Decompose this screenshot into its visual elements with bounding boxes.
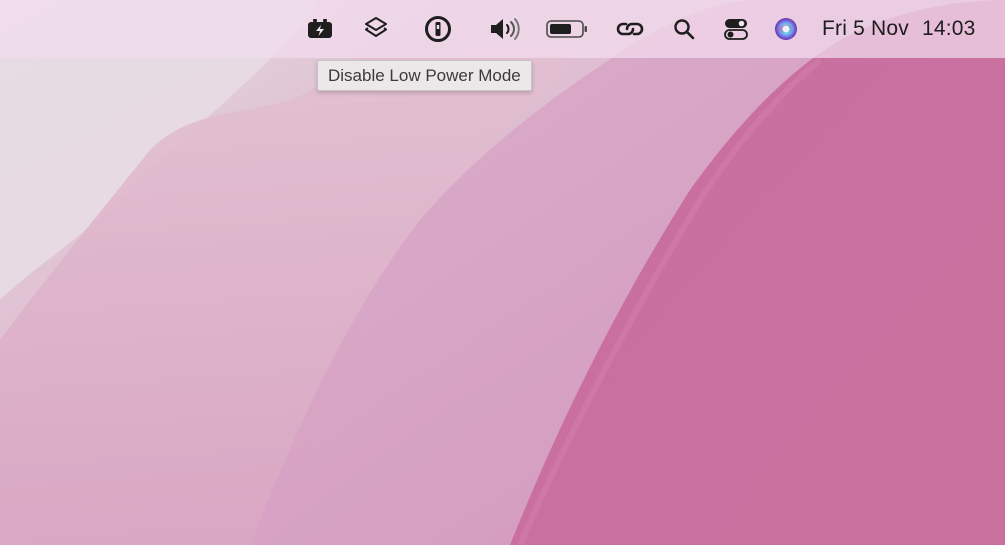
layers-icon[interactable] xyxy=(360,0,392,58)
tooltip: Disable Low Power Mode xyxy=(317,60,532,91)
menubar-date[interactable]: Fri 5 Nov xyxy=(822,0,909,58)
link-icon[interactable] xyxy=(612,0,648,58)
battery-icon[interactable] xyxy=(544,0,590,58)
low-power-battery-icon[interactable] xyxy=(303,0,337,58)
siri-icon[interactable] xyxy=(771,0,801,58)
spotlight-search-icon[interactable] xyxy=(670,0,698,58)
control-center-icon[interactable] xyxy=(721,0,751,58)
menu-bar: Fri 5 Nov 14:03 xyxy=(0,0,1005,58)
volume-icon[interactable] xyxy=(486,0,524,58)
desktop: Fri 5 Nov 14:03 Disable Low Power Mode xyxy=(0,0,1005,545)
password-manager-icon[interactable] xyxy=(421,0,455,58)
menubar-time[interactable]: 14:03 xyxy=(922,0,976,58)
